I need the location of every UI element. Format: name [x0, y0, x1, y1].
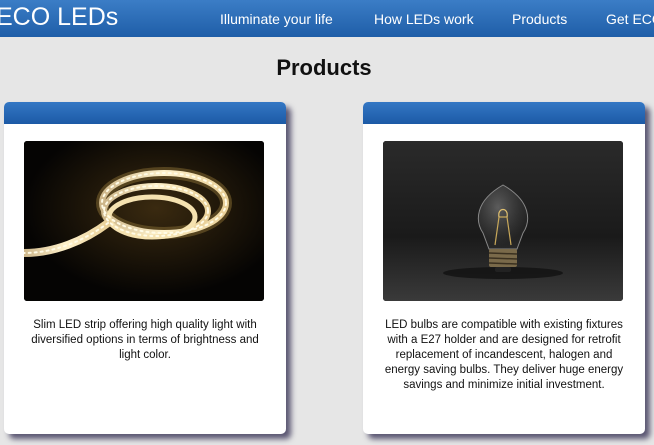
led-strip-image [24, 141, 264, 301]
page-title: Products [276, 55, 372, 80]
product-card-led-strip: Slim LED strip offering high quality lig… [4, 102, 286, 434]
nav-link-how-leds-work[interactable]: How LEDs work [374, 11, 474, 27]
nav-link-illuminate[interactable]: Illuminate your life [220, 11, 333, 27]
product-description: Slim LED strip offering high quality lig… [31, 319, 259, 361]
brand-logo[interactable]: ECO LEDs [0, 2, 118, 32]
product-description: LED bulbs are compatible with existing f… [384, 319, 624, 391]
led-bulb-image [383, 141, 623, 301]
top-navbar: ECO LEDs Illuminate your life How LEDs w… [0, 0, 654, 37]
card-header [4, 102, 286, 124]
nav-link-products[interactable]: Products [512, 11, 567, 27]
card-header [363, 102, 645, 124]
product-card-led-bulb: LED bulbs are compatible with existing f… [363, 102, 645, 434]
nav-link-get-eco[interactable]: Get ECO [606, 11, 654, 27]
